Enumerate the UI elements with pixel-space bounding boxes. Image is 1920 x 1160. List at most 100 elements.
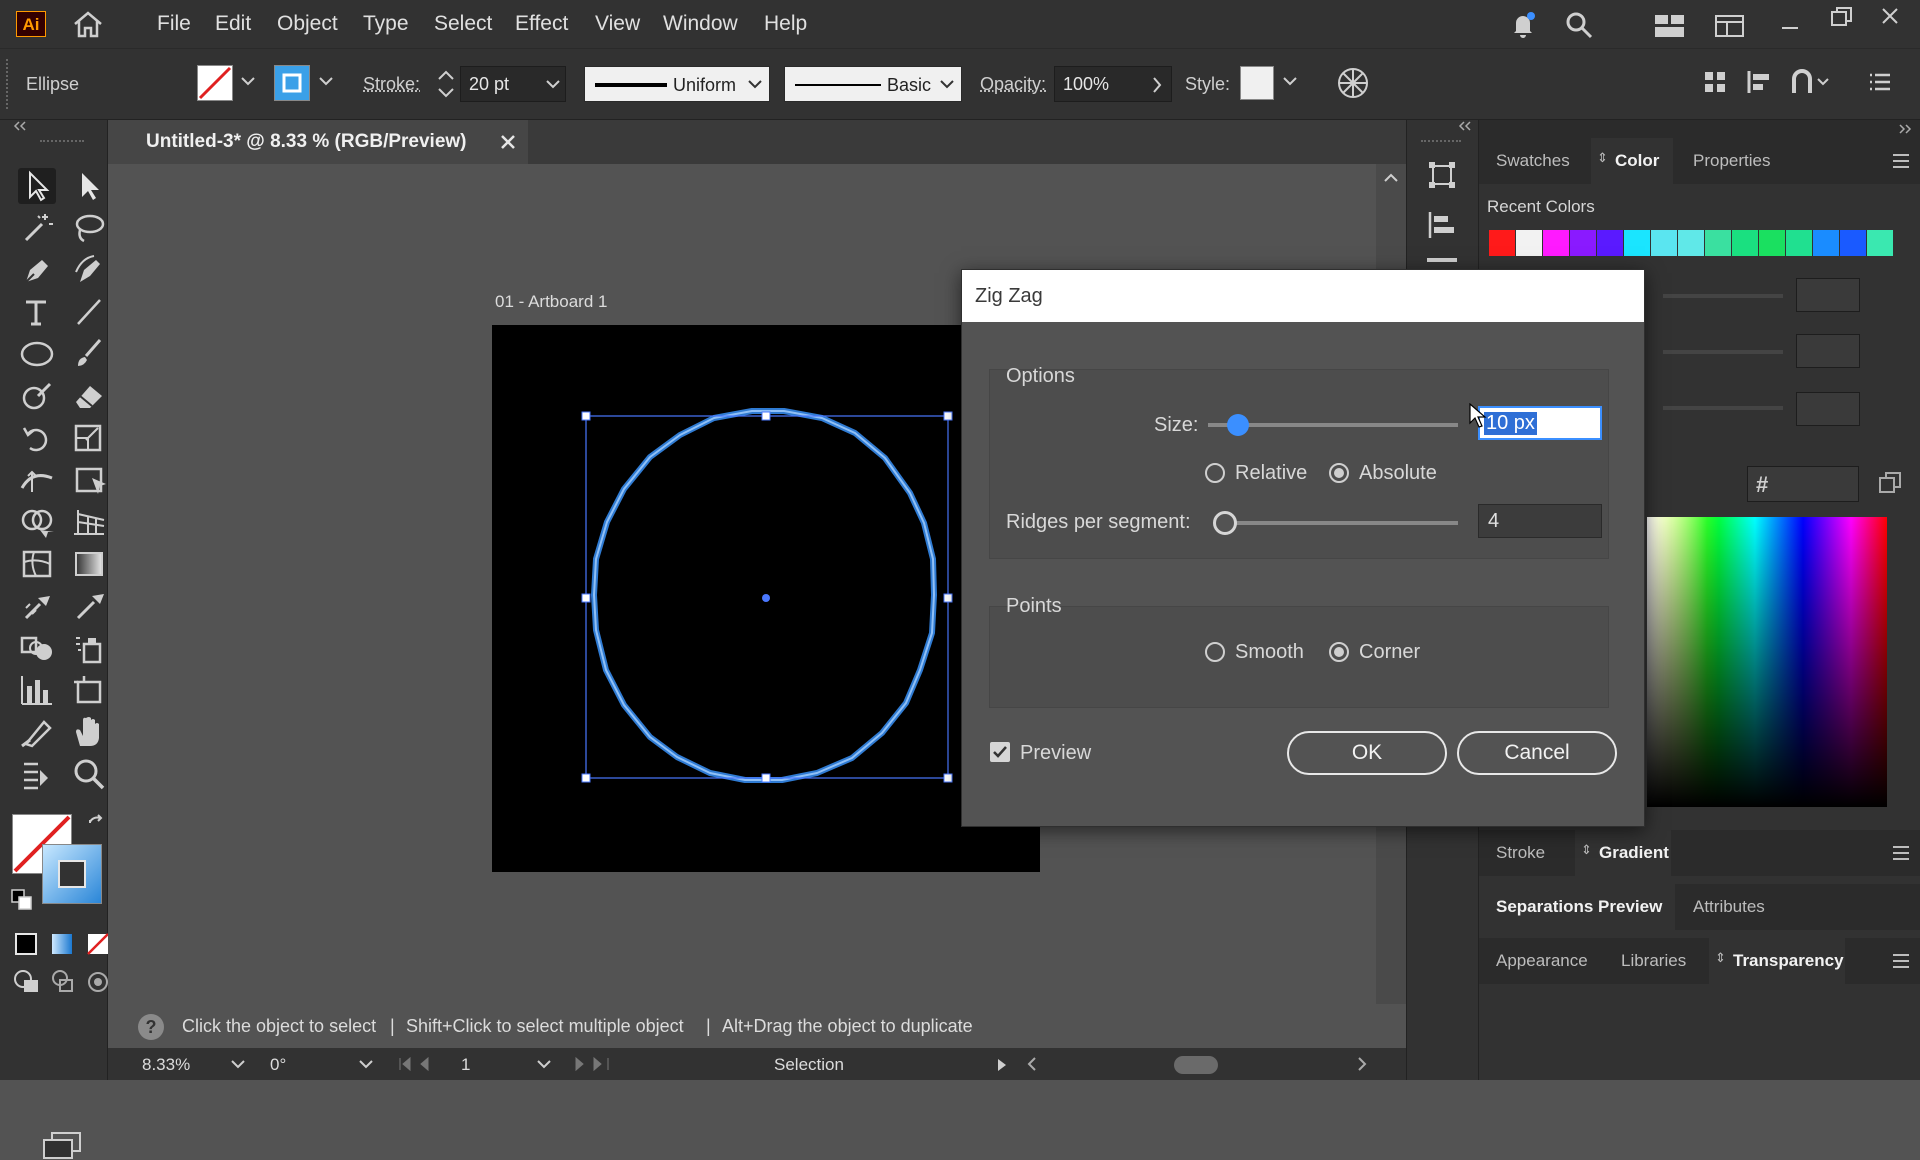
distribute-icon[interactable] <box>1746 69 1774 95</box>
fill-dropdown-icon[interactable] <box>240 75 256 87</box>
zoom-dropdown-icon[interactable] <box>230 1058 246 1070</box>
relative-radio[interactable] <box>1205 463 1225 483</box>
graphic-style-swatch[interactable] <box>1240 66 1274 100</box>
tab-attributes[interactable]: Attributes <box>1693 897 1765 917</box>
align-icon[interactable] <box>1702 69 1728 95</box>
recent-color-swatch[interactable] <box>1786 230 1812 256</box>
stroke-swatch[interactable] <box>274 65 310 101</box>
stroke-label[interactable]: Stroke: <box>363 74 420 95</box>
tab-transparency-active[interactable]: ⇕ Transparency <box>1709 938 1845 984</box>
free-transform-tool-icon[interactable] <box>70 462 108 498</box>
measure-tool-icon[interactable] <box>70 588 108 624</box>
lasso-tool-icon[interactable] <box>70 210 108 246</box>
direct-selection-tool-icon[interactable] <box>70 168 108 204</box>
document-tab[interactable]: Untitled-3* @ 8.33 % (RGB/Preview) <box>108 120 528 164</box>
artboard[interactable] <box>492 325 1040 872</box>
draw-behind-icon[interactable] <box>50 968 76 996</box>
default-fill-stroke-icon[interactable] <box>10 888 34 912</box>
tab-color-active[interactable]: ⇕ Color <box>1591 138 1673 184</box>
swap-fill-stroke-icon[interactable] <box>86 814 106 834</box>
color-slider-track[interactable] <box>1663 294 1783 298</box>
draw-inside-icon[interactable] <box>86 970 110 994</box>
shaper-tool-icon[interactable] <box>18 378 56 414</box>
scroll-up-icon[interactable] <box>1383 172 1399 184</box>
recent-color-swatch[interactable] <box>1867 230 1893 256</box>
recent-color-swatch[interactable] <box>1597 230 1623 256</box>
tab-separations-active[interactable]: Separations Preview <box>1479 884 1675 930</box>
symbol-sprayer-tool-icon[interactable] <box>70 630 108 666</box>
color-slider-track[interactable] <box>1663 350 1783 354</box>
opacity-field[interactable]: 100% <box>1054 66 1172 102</box>
absolute-label[interactable]: Absolute <box>1359 462 1437 485</box>
shape-builder-tool-icon[interactable] <box>18 504 56 540</box>
recent-color-swatch[interactable] <box>1759 230 1785 256</box>
collapse-toolbar-icon[interactable] <box>12 120 28 132</box>
control-menu-icon[interactable] <box>1868 71 1892 93</box>
eraser-tool-icon[interactable] <box>70 378 108 414</box>
recent-color-swatch[interactable] <box>1543 230 1569 256</box>
fill-swatch[interactable] <box>197 65 233 101</box>
tab-appearance[interactable]: Appearance <box>1496 951 1588 971</box>
recent-color-swatch[interactable] <box>1840 230 1866 256</box>
recent-color-swatch[interactable] <box>1624 230 1650 256</box>
menu-view[interactable]: View <box>595 12 640 36</box>
home-icon[interactable] <box>72 10 104 38</box>
menu-object[interactable]: Object <box>277 12 338 36</box>
tab-swatches[interactable]: Swatches <box>1496 151 1570 171</box>
copy-hex-icon[interactable] <box>1877 470 1903 496</box>
ok-button[interactable]: OK <box>1287 731 1447 775</box>
type-tool-icon[interactable] <box>18 294 56 330</box>
panel-menu-icon[interactable] <box>1891 952 1911 970</box>
none-mode-icon[interactable] <box>86 932 110 956</box>
tab-stroke[interactable]: Stroke <box>1496 843 1545 863</box>
menu-select[interactable]: Select <box>434 12 492 36</box>
smooth-radio[interactable] <box>1205 642 1225 662</box>
color-mode-icon[interactable] <box>14 932 38 956</box>
size-slider[interactable] <box>1208 423 1458 427</box>
bell-icon[interactable] <box>1508 10 1538 40</box>
status-menu-icon[interactable] <box>996 1057 1008 1073</box>
panel-icon-partial[interactable] <box>1427 258 1457 262</box>
width-tool-icon[interactable] <box>18 462 56 498</box>
corner-label[interactable]: Corner <box>1359 641 1420 664</box>
arrange-documents-icon[interactable] <box>1654 14 1686 38</box>
selection-tool-icon[interactable] <box>18 168 56 204</box>
menu-help[interactable]: Help <box>764 12 807 36</box>
horizontal-scroll-thumb[interactable] <box>1174 1056 1218 1074</box>
artboard-label[interactable]: 01 - Artboard 1 <box>495 292 607 312</box>
hand-tool-icon[interactable] <box>70 714 108 750</box>
corner-radio[interactable] <box>1329 642 1349 662</box>
ridges-slider-knob[interactable] <box>1213 511 1237 535</box>
tab-gradient-active[interactable]: ⇕ Gradient <box>1575 830 1671 876</box>
search-icon[interactable] <box>1564 10 1594 40</box>
rotation-dropdown-icon[interactable] <box>358 1058 374 1070</box>
align-panel-icon[interactable] <box>1427 210 1457 240</box>
minimize-icon[interactable] <box>1780 16 1800 36</box>
variable-width-profile-dropdown[interactable]: Uniform <box>584 66 770 102</box>
line-segment-tool-icon[interactable] <box>70 294 108 330</box>
tab-libraries[interactable]: Libraries <box>1621 951 1686 971</box>
ridges-slider[interactable] <box>1220 521 1458 525</box>
artboard-number[interactable]: 1 <box>461 1055 470 1075</box>
relative-label[interactable]: Relative <box>1235 462 1307 485</box>
menu-type[interactable]: Type <box>363 12 409 36</box>
perspective-grid-tool-icon[interactable] <box>70 504 108 540</box>
workspace-icon[interactable] <box>1714 14 1746 38</box>
size-slider-knob[interactable] <box>1227 414 1249 436</box>
zoom-level[interactable]: 8.33% <box>142 1055 190 1075</box>
recent-color-swatch[interactable] <box>1570 230 1596 256</box>
paintbrush-tool-icon[interactable] <box>70 336 108 372</box>
color-spectrum-picker[interactable] <box>1647 517 1887 807</box>
stroke-weight-dropdown-icon[interactable] <box>545 78 561 90</box>
brush-definition-dropdown[interactable]: Basic <box>784 66 962 102</box>
curvature-tool-icon[interactable] <box>70 252 108 288</box>
column-graph-tool-icon[interactable] <box>18 672 56 708</box>
close-tab-icon[interactable] <box>500 134 516 150</box>
stroke-color-indicator[interactable] <box>42 844 102 904</box>
scroll-left-icon[interactable] <box>1026 1056 1038 1072</box>
recent-color-swatch[interactable] <box>1516 230 1542 256</box>
stroke-weight-field[interactable]: 20 pt <box>460 66 566 102</box>
selection-bounding-box[interactable] <box>582 412 952 782</box>
absolute-radio[interactable] <box>1329 463 1349 483</box>
chevron-right-icon[interactable] <box>1151 76 1163 94</box>
